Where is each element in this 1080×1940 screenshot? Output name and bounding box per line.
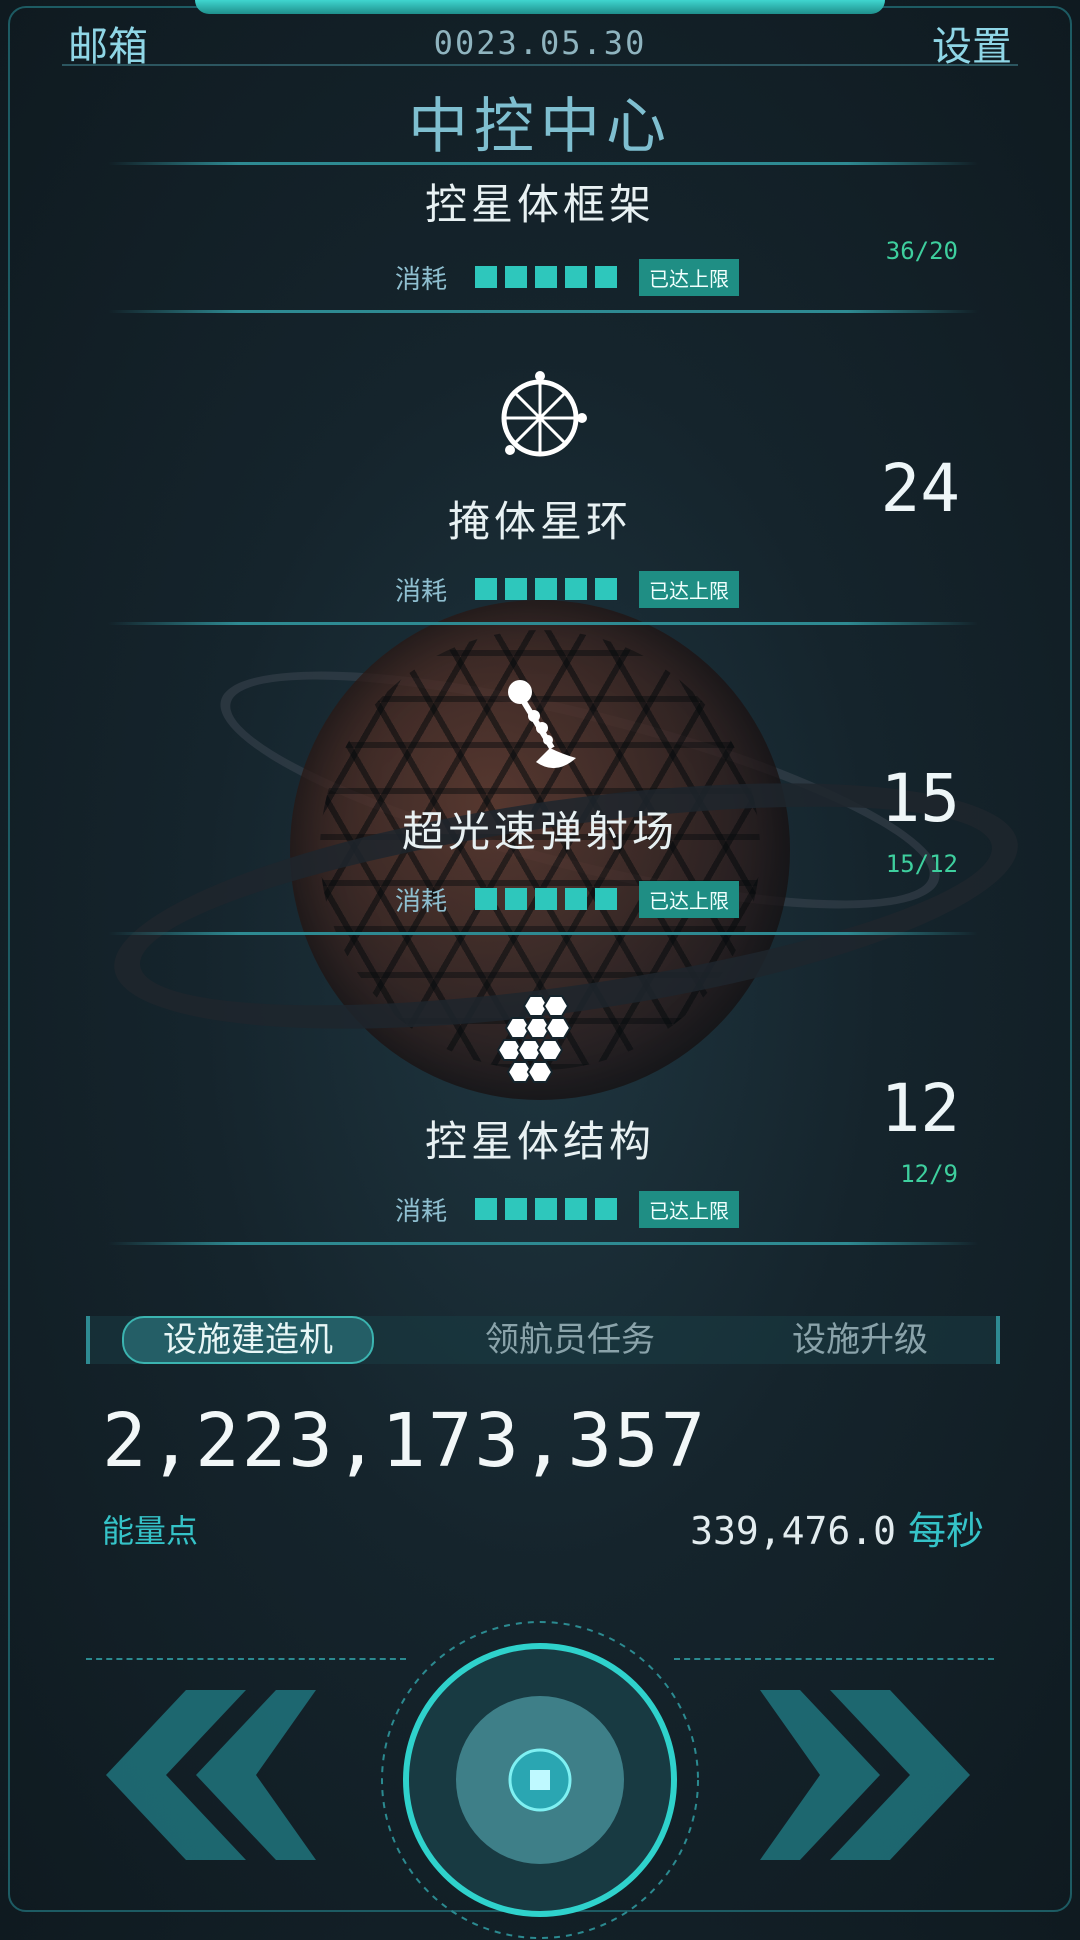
cost-pip: [475, 1198, 498, 1220]
cost-label: 消耗: [395, 576, 448, 607]
item-count: 15: [880, 760, 960, 837]
cost-pip: [505, 1198, 528, 1220]
list-divider: [108, 310, 978, 313]
cost-pip: [565, 266, 588, 288]
item-ratio: 12/9: [900, 1160, 958, 1188]
tab-facility-builder[interactable]: 设施建造机: [122, 1316, 374, 1364]
item-count: 24: [880, 450, 960, 527]
cost-pip: [475, 266, 498, 288]
cost-pip: [535, 266, 558, 288]
core-button-icon[interactable]: [380, 1620, 700, 1940]
cost-pip: [595, 1198, 618, 1220]
cost-pip: [595, 578, 618, 600]
cost-pip: [535, 578, 558, 600]
list-item[interactable]: 超光速弹射场 15 15/12 消耗 已达上限: [0, 650, 1080, 960]
tab-navigator-missions[interactable]: 领航员任务: [420, 1318, 720, 1362]
hexagon-structure-icon: [496, 995, 572, 1083]
list-item[interactable]: 控星体框架 36/20 消耗 已达上限: [0, 15, 1080, 325]
dashed-divider-left: [86, 1658, 406, 1660]
list-divider: [108, 1242, 978, 1245]
tab-bar: 设施建造机 领航员任务 设施升级: [86, 1316, 1000, 1364]
cost-row: 消耗 已达上限: [395, 1190, 740, 1228]
cost-row: 消耗 已达上限: [395, 570, 740, 608]
launcher-icon: [508, 680, 576, 769]
cost-pip: [475, 888, 498, 910]
max-level-badge: 已达上限: [639, 880, 740, 918]
cost-pip: [475, 578, 498, 600]
list-item[interactable]: 掩体星环 24 消耗 已达上限: [0, 340, 1080, 650]
cost-label: 消耗: [395, 886, 448, 917]
cost-label: 消耗: [395, 264, 448, 295]
max-level-badge: 已达上限: [639, 258, 740, 296]
tab-facility-upgrade[interactable]: 设施升级: [730, 1318, 990, 1362]
cost-label: 消耗: [395, 1196, 448, 1227]
cost-pip: [595, 888, 618, 910]
cost-pip: [565, 578, 588, 600]
energy-rate-unit: 每秒: [907, 1509, 984, 1553]
max-level-badge: 已达上限: [639, 570, 740, 608]
energy-total: 2,223,173,357: [102, 1398, 708, 1484]
star-ring-icon: [501, 371, 587, 457]
item-ratio: 15/12: [885, 850, 958, 878]
cost-pip: [595, 266, 618, 288]
cost-pip: [505, 266, 528, 288]
energy-rate: 339,476.0 每秒: [690, 1500, 984, 1555]
cost-pip: [565, 888, 588, 910]
cost-pip: [535, 888, 558, 910]
cost-pip: [565, 1198, 588, 1220]
item-count: 12: [880, 1070, 960, 1147]
dashed-divider-right: [674, 1658, 994, 1660]
item-count-partial: [760, 135, 960, 165]
cost-pip: [505, 888, 528, 910]
item-ratio: 36/20: [885, 237, 958, 265]
cost-row: 消耗 已达上限: [395, 258, 740, 296]
energy-label: 能量点: [102, 1512, 199, 1550]
list-item[interactable]: 控星体结构 12 12/9 消耗 已达上限: [0, 960, 1080, 1270]
cost-pip: [535, 1198, 558, 1220]
list-divider: [108, 932, 978, 935]
cost-pip: [505, 578, 528, 600]
double-chevron-right-icon[interactable]: [756, 1690, 976, 1860]
energy-rate-value: 339,476.0: [690, 1509, 896, 1553]
cost-row: 消耗 已达上限: [395, 880, 740, 918]
item-name: 控星体框架: [424, 180, 655, 229]
max-level-badge: 已达上限: [639, 1190, 740, 1228]
list-divider: [108, 622, 978, 625]
double-chevron-left-icon[interactable]: [100, 1690, 320, 1860]
